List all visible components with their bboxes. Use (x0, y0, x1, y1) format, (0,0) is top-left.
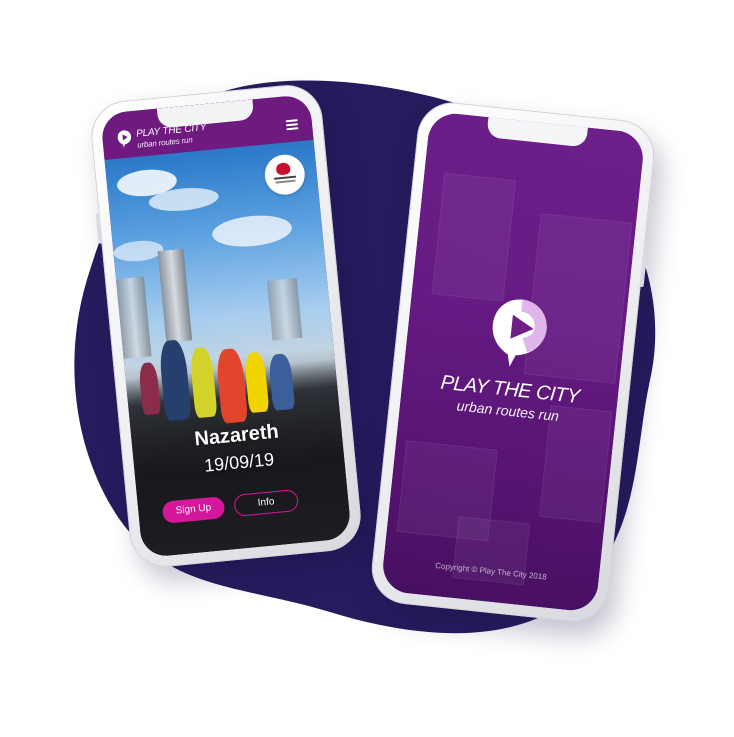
play-the-city-logo-icon (492, 299, 547, 367)
play-the-city-logo-icon[interactable] (116, 129, 134, 148)
hero-photo (104, 139, 352, 559)
phone-left: PLAY THE CITY urban routes run Nazareth … (88, 81, 364, 571)
mockup-scene: PLAY THE CITY urban routes run Nazareth … (0, 0, 734, 737)
hamburger-icon[interactable] (285, 119, 299, 131)
event-screen: PLAY THE CITY urban routes run Nazareth … (100, 93, 352, 559)
